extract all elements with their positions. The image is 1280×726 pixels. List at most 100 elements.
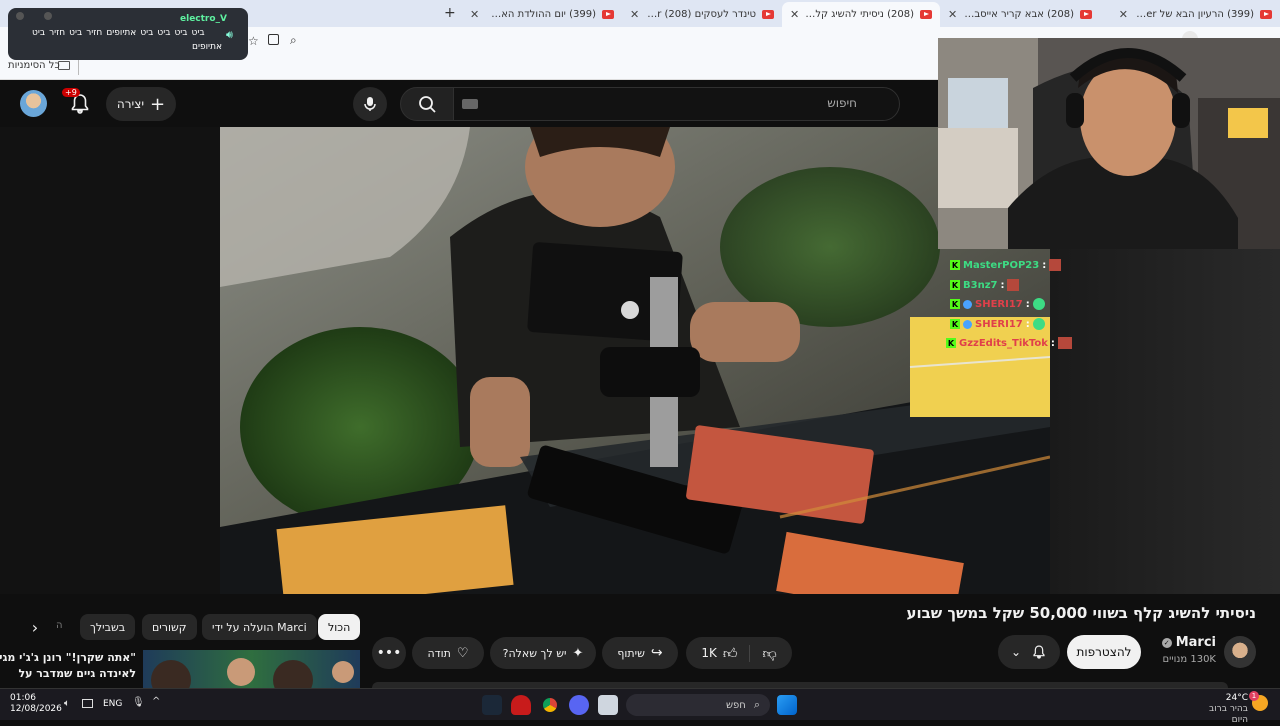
chevron-up-icon[interactable]: ^	[152, 696, 160, 707]
emote-icon	[1049, 259, 1062, 271]
all-bookmarks-link[interactable]: כל הסימניות	[8, 60, 60, 71]
speaker-icon: 🔊︎	[226, 28, 233, 41]
overlay-word: אתיופים	[106, 28, 137, 38]
chat-message: K SHERI17 :	[950, 316, 1045, 332]
plus-icon: +	[150, 93, 166, 115]
search-input[interactable]: חיפוש	[453, 87, 900, 121]
zoom-icon[interactable]: ⌕	[290, 33, 297, 48]
chip-for-you[interactable]: בשבילך	[80, 614, 136, 640]
close-icon[interactable]: ✕	[948, 8, 957, 21]
browser-tab[interactable]: טינדר לעסקים deFounder (208) ✕	[622, 2, 782, 27]
tab-title: טינדר לעסקים deFounder (208)	[645, 9, 756, 20]
tab-title: (208) ניסיתי להשיג קלף בשו	[805, 9, 914, 20]
subscriber-count: 130K מנויים	[1162, 654, 1216, 665]
chat-message: K B3nz7 :	[950, 277, 1020, 293]
notifications-button[interactable]: +9	[62, 88, 92, 116]
youtube-header: +9 + יצירה חיפוש	[0, 80, 940, 128]
like-count: 1K	[701, 646, 717, 660]
taskbar-search[interactable]: חפש ⌕	[626, 694, 770, 716]
video-player[interactable]	[220, 127, 1050, 594]
thanks-button[interactable]: ♡ תודה	[412, 637, 484, 669]
browser-tab[interactable]: (399) הרעיון הבא של deFounder ✕	[1100, 2, 1280, 27]
chat-colon: :	[1050, 337, 1055, 349]
recommended-thumbnail[interactable]	[143, 650, 360, 688]
volume-icon[interactable]: 🔈︎	[64, 698, 70, 709]
notification-bell-button[interactable]: ⌄	[998, 635, 1060, 669]
chat-username: B3nz7	[963, 279, 998, 291]
new-tab-button[interactable]: +	[444, 5, 456, 21]
share-icon: ↪	[650, 645, 663, 661]
like-button[interactable]: 1K 👍︎	[701, 644, 751, 662]
channel-name-row[interactable]: Marci ✓	[1150, 635, 1216, 650]
browser-tab[interactable]: (208) אבא קריר אייסברג: כל הט ✕	[940, 2, 1100, 27]
youtube-icon	[762, 10, 774, 19]
chip-uploaded-by[interactable]: הועלה על ידי Marci	[202, 614, 317, 640]
chip-truncated[interactable]: ה	[56, 620, 63, 631]
close-icon[interactable]: ✕	[630, 8, 639, 21]
file-explorer-icon[interactable]	[598, 695, 618, 715]
keyboard-icon[interactable]	[462, 99, 478, 109]
more-icon: •••	[376, 645, 402, 661]
overlay-word: ביט	[157, 28, 171, 38]
star-icon[interactable]: ☆	[248, 34, 259, 48]
emote-icon	[1032, 318, 1045, 330]
network-icon[interactable]	[82, 699, 93, 708]
channel-avatar[interactable]	[1224, 636, 1256, 668]
share-button[interactable]: ↪ שיתוף	[602, 637, 678, 669]
weather-badge: 1	[1249, 691, 1259, 701]
chrome-icon[interactable]	[540, 695, 560, 715]
kick-badge-icon: K	[946, 338, 956, 348]
chip-all[interactable]: הכול	[318, 614, 361, 640]
overlay-word: ביט	[69, 28, 83, 38]
close-icon[interactable]: ✕	[470, 8, 479, 21]
close-icon[interactable]: ✕	[790, 8, 799, 21]
chat-colon: :	[1042, 259, 1047, 271]
clock[interactable]: 01:06 12/08/2026	[10, 693, 62, 715]
channel-name[interactable]: Marci	[1176, 635, 1216, 650]
chat-message: K GzzEdits_TikTok :	[946, 335, 1072, 351]
microphone-icon	[364, 97, 376, 111]
mic-icon[interactable]: 🎙︎	[132, 697, 145, 708]
ask-button[interactable]: ✦ יש לך שאלה?	[490, 637, 596, 669]
tab-title: (399) יום ההולדת האחרון שלי -	[485, 9, 596, 20]
search-button[interactable]	[400, 87, 454, 121]
language-indicator[interactable]: ENG	[103, 699, 122, 709]
folder-icon	[58, 61, 70, 70]
verified-icon: ✓	[1161, 637, 1172, 648]
recommended-title[interactable]: "אתה שקרן!" רונן ג'ג'י מגיב לאינדה גיים …	[0, 650, 136, 682]
thanks-icon: ♡	[456, 645, 469, 661]
webcam-frame	[938, 38, 1280, 249]
stream-overlay-widget: electro_V 🔊︎ ביט ביט ביט ביט אתיופים חזי…	[8, 8, 248, 60]
notification-badge: +9	[62, 88, 80, 97]
chat-username: SHERI17	[975, 318, 1023, 330]
chat-username: GzzEdits_TikTok	[959, 337, 1048, 349]
screenshot-icon[interactable]	[268, 34, 279, 45]
chevron-right-icon[interactable]: ›	[22, 614, 48, 640]
clock-date: 12/08/2026	[10, 704, 62, 714]
overlay-username: electro_V	[180, 14, 228, 24]
search-placeholder: חיפוש	[827, 96, 857, 110]
overlay-word: חזיר	[86, 28, 103, 38]
overlay-word: ביט	[140, 28, 154, 38]
discord-icon[interactable]	[569, 695, 589, 715]
thumbs-down-icon[interactable]: 👎︎	[756, 645, 776, 662]
weather-widget[interactable]: 24°C בהיר ברוב היום	[1194, 693, 1248, 726]
browser-tab-active[interactable]: (208) ניסיתי להשיג קלף בשו ✕	[782, 2, 940, 27]
emote-icon	[1007, 279, 1020, 291]
video-frame	[220, 127, 1050, 594]
subscribe-button[interactable]: להצטרפות	[1067, 635, 1141, 669]
more-actions-button[interactable]: •••	[372, 637, 406, 669]
windows-taskbar: 01:06 12/08/2026 🔈︎ ENG 🎙︎ ^ חפש ⌕ 24°C …	[0, 688, 1280, 725]
chip-related[interactable]: קשורים	[142, 614, 197, 640]
voice-search-button[interactable]	[353, 87, 387, 121]
gem-badge-icon	[963, 319, 972, 329]
app-icon[interactable]	[511, 695, 531, 715]
youtube-icon	[1080, 10, 1092, 19]
browser-tab[interactable]: (399) יום ההולדת האחרון שלי - ✕	[462, 2, 622, 27]
create-button[interactable]: + יצירה	[106, 87, 176, 121]
windows-start-icon[interactable]	[777, 695, 797, 715]
avatar[interactable]	[20, 90, 47, 117]
steam-icon[interactable]	[482, 695, 502, 715]
close-icon[interactable]: ✕	[1119, 8, 1128, 21]
thumbnail-art	[151, 658, 354, 688]
